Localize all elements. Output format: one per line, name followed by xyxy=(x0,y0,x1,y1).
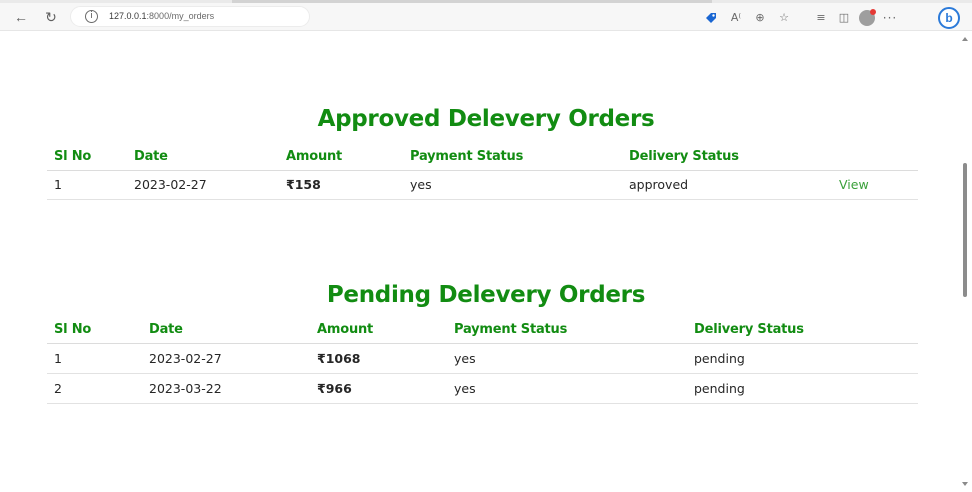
favorites-icon[interactable]: ≡ xyxy=(813,10,829,26)
table-header-row: Sl No Date Amount Payment Status Deliver… xyxy=(47,316,918,344)
table-header-row: Sl No Date Amount Payment Status Deliver… xyxy=(47,143,918,171)
cell-date: 2023-02-27 xyxy=(127,170,279,200)
table-row: 1 2023-02-27 ₹158 yes approved View xyxy=(47,170,918,200)
col-action xyxy=(832,143,918,171)
table-row: 1 2023-02-27 ₹1068 yes pending xyxy=(47,343,918,374)
address-url[interactable]: 127.0.0.1:8000/my_orders xyxy=(109,11,214,21)
browser-toolbar: ← ↻ i 127.0.0.1:8000/my_orders A⁽ ⊕ ☆ ≡ … xyxy=(0,3,972,31)
cell-sl-no: 1 xyxy=(47,170,127,200)
cell-amount: ₹158 xyxy=(279,170,403,200)
scroll-up-icon[interactable] xyxy=(962,37,968,41)
more-icon[interactable]: ··· xyxy=(882,10,898,26)
col-payment-status: Payment Status xyxy=(403,143,622,171)
view-order-link[interactable]: View xyxy=(832,170,918,200)
col-sl-no: Sl No xyxy=(47,316,142,344)
approved-orders-title: Approved Delevery Orders xyxy=(317,106,655,132)
read-aloud-icon[interactable]: A⁽ xyxy=(728,10,744,26)
col-delivery-status: Delivery Status xyxy=(687,316,918,344)
col-sl-no: Sl No xyxy=(47,143,127,171)
pending-orders-table: Sl No Date Amount Payment Status Deliver… xyxy=(47,316,918,404)
reload-icon[interactable]: ↻ xyxy=(40,3,62,31)
cell-payment-status: yes xyxy=(403,170,622,200)
zoom-icon[interactable]: ⊕ xyxy=(752,10,768,26)
table-row: 2 2023-03-22 ₹966 yes pending xyxy=(47,373,918,404)
pending-orders-title: Pending Delevery Orders xyxy=(326,282,646,308)
url-host: 127.0.0.1 xyxy=(109,11,147,21)
cell-delivery-status: approved xyxy=(622,170,832,200)
favorite-icon[interactable]: ☆ xyxy=(776,10,792,26)
cell-amount: ₹966 xyxy=(310,373,447,404)
cell-date: 2023-02-27 xyxy=(142,343,310,374)
cell-sl-no: 1 xyxy=(47,343,142,374)
back-arrow-icon[interactable]: ← xyxy=(10,3,32,31)
url-path: :8000/my_orders xyxy=(146,11,215,21)
cell-payment-status: yes xyxy=(447,343,687,374)
cell-amount: ₹1068 xyxy=(310,343,447,374)
cell-date: 2023-03-22 xyxy=(142,373,310,404)
site-info-icon[interactable]: i xyxy=(85,10,98,23)
col-amount: Amount xyxy=(310,316,447,344)
cell-delivery-status: pending xyxy=(687,373,918,404)
col-payment-status: Payment Status xyxy=(447,316,687,344)
page-scrollbar[interactable] xyxy=(958,31,972,492)
approved-orders-table: Sl No Date Amount Payment Status Deliver… xyxy=(47,143,918,200)
address-bar[interactable]: i 127.0.0.1:8000/my_orders xyxy=(70,6,310,27)
cell-sl-no: 2 xyxy=(47,373,142,404)
col-date: Date xyxy=(127,143,279,171)
notification-dot xyxy=(870,9,876,15)
collections-icon[interactable]: ◫ xyxy=(836,10,852,26)
col-delivery-status: Delivery Status xyxy=(622,143,832,171)
col-amount: Amount xyxy=(279,143,403,171)
scroll-down-icon[interactable] xyxy=(962,482,968,486)
col-date: Date xyxy=(142,316,310,344)
profile-icon[interactable] xyxy=(859,9,876,26)
cell-delivery-status: pending xyxy=(687,343,918,374)
tag-icon[interactable] xyxy=(705,10,717,26)
bing-icon[interactable]: b xyxy=(938,7,960,29)
cell-payment-status: yes xyxy=(447,373,687,404)
scrollbar-thumb[interactable] xyxy=(963,163,967,297)
